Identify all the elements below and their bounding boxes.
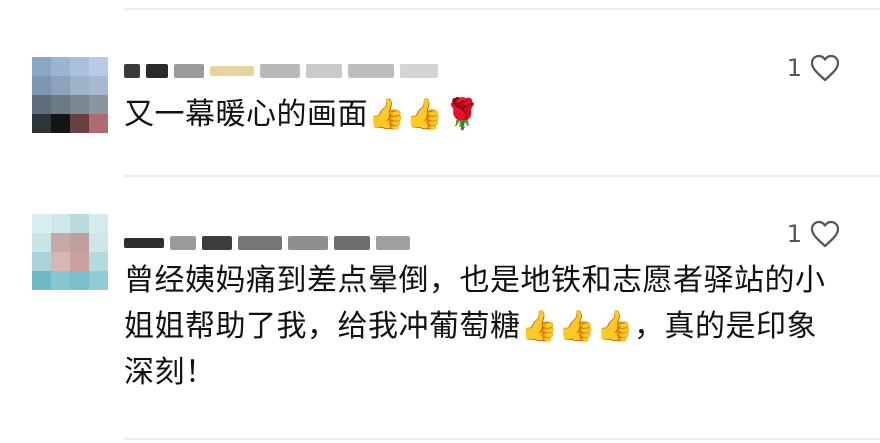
like-count: 1 [786,54,802,82]
comment-text: 又一幕暖心的画面👍👍🌹 [124,97,482,132]
divider-bottom [124,438,880,440]
username-blurred[interactable] [124,60,484,82]
comment-text: 曾经姨妈痛到差点晕倒，也是地铁和志愿者驿站的小姐姐帮助了我，给我冲葡萄糖👍👍👍，… [124,263,826,390]
comment-item: 1 曾经姨妈痛到差点晕倒，也是地铁和志愿者驿站的小姐姐帮助了我，给我冲葡萄糖👍👍… [0,176,880,443]
heart-outline-icon[interactable] [810,220,840,248]
avatar[interactable] [32,57,108,133]
like-control[interactable]: 1 [787,220,840,248]
like-control[interactable]: 1 [787,54,840,82]
like-count: 1 [786,220,802,248]
username-blurred[interactable] [124,232,484,254]
avatar[interactable] [32,214,108,290]
comment-item: 1 又一幕暖心的画面👍👍🌹 [0,0,880,175]
heart-outline-icon[interactable] [810,54,840,82]
